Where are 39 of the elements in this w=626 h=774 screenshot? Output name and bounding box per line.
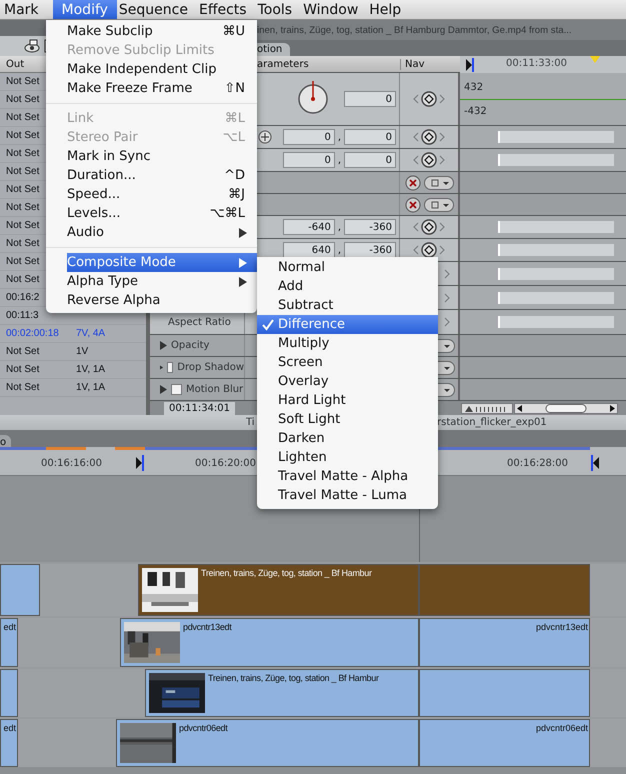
window-title: Ti [246, 417, 255, 428]
table-cell-text: Not Set [5, 76, 40, 87]
timecode: 00:16:16:00 [41, 458, 102, 469]
separator-text: , [338, 244, 341, 256]
graph-value: 432 [464, 82, 484, 92]
window-title: inen, trains, Züge, tog, station _ Bf Hamburg Dammtor, Ge.mp4 from sta... [257, 24, 572, 36]
parameter-label: Motion Blur [186, 384, 244, 395]
separator-text: , [338, 222, 341, 232]
separator-text: , [338, 154, 341, 166]
table-cell-text: Not Set [5, 382, 40, 393]
clip-name: Treinen, trains, Züge, tog, station _ Bf Hambur [201, 568, 372, 578]
table-cell: 1V, 1A [76, 364, 106, 375]
table-cell-text: 00:11:3 [5, 310, 40, 321]
clip-name: pdvcntr13edt [536, 622, 588, 632]
parameter-label: Drop Shadow [177, 362, 244, 373]
clip-name: pdvcntr06edt [179, 723, 228, 733]
table-cell-text: Not Set [5, 220, 40, 231]
timecode: 00:16:28:00 [507, 458, 568, 469]
table-cell-text: 00:02:00:18 [5, 328, 60, 339]
table-cell: 7V, 4A [76, 328, 106, 339]
parameter-label: Aspect Ratio [167, 316, 231, 328]
timecode: 00:16:20:00 [195, 458, 256, 469]
table-cell-text: Not Set [5, 346, 40, 357]
timecode: 00:11:33:00 [506, 58, 568, 69]
clip-name: edt [3, 622, 16, 632]
separator-text: , [338, 132, 341, 142]
clip-name: pdvcntr06edt [536, 723, 588, 733]
graph-value: -432 [464, 106, 488, 116]
table-cell-text: Not Set [5, 364, 40, 375]
column-header: arameters [256, 59, 310, 70]
parameter-label: Opacity [171, 340, 210, 351]
table-cell-text: Not Set [5, 94, 40, 105]
clip-name: edt [3, 723, 16, 733]
clip-name: Treinen, trains, Züge, tog, station _ Bf Hambur [208, 673, 379, 683]
table-cell-text: Not Set [5, 238, 40, 249]
clip-name: pdvcntr13edt [183, 622, 232, 632]
table-cell: 1V [76, 346, 88, 357]
window-title: rstation_flicker_exp01 [437, 417, 548, 428]
table-cell: 1V, 1A [76, 382, 106, 393]
